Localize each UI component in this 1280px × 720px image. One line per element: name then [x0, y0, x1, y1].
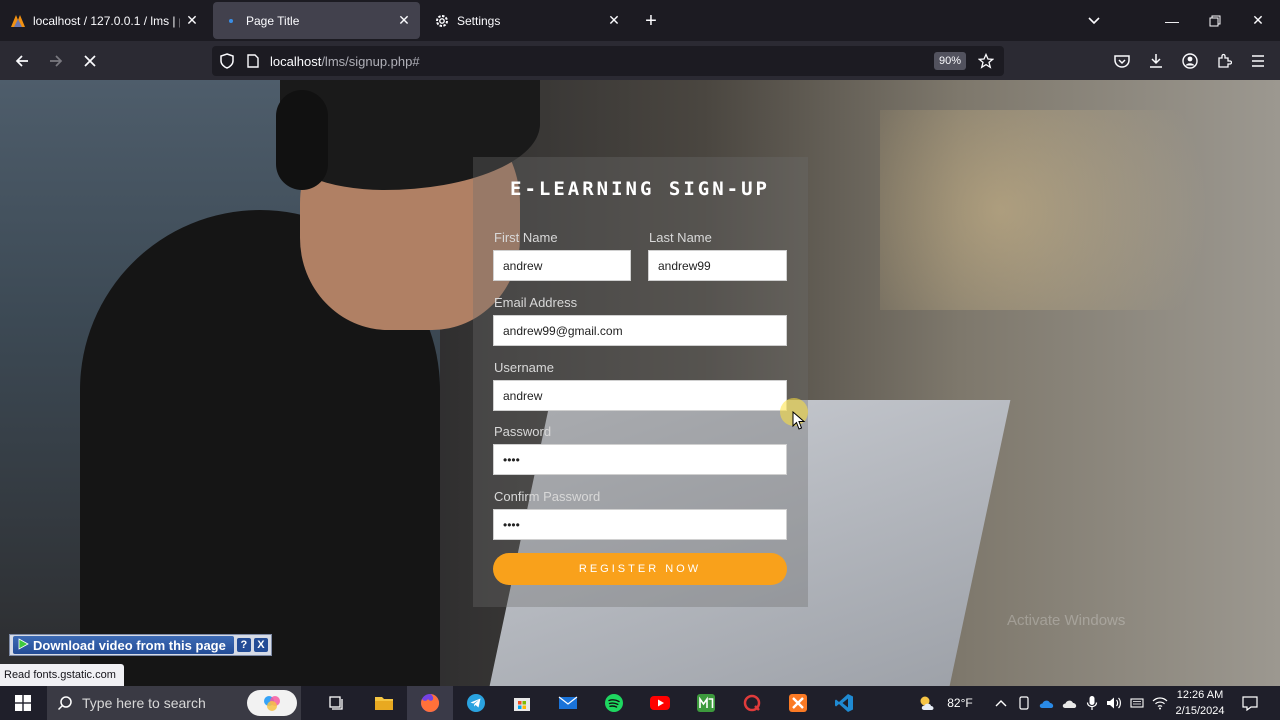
back-arrow-icon[interactable] [8, 47, 36, 75]
play-icon [17, 637, 29, 653]
pocket-icon[interactable] [1108, 47, 1136, 75]
gear-icon [434, 13, 450, 29]
language-icon[interactable] [1126, 686, 1148, 720]
last-name-input[interactable]: andrew99 [648, 250, 787, 281]
chevron-up-icon[interactable] [991, 686, 1011, 720]
windows-start-icon[interactable] [0, 686, 46, 720]
activate-windows-watermark: Activate Windows [1007, 612, 1126, 629]
username-label: Username [494, 360, 554, 375]
url-text: localhost/lms/signup.php# [270, 54, 420, 69]
navigation-bar: localhost/lms/signup.php# 90% [0, 41, 1280, 80]
weather-icon[interactable] [912, 686, 944, 720]
vscode-icon[interactable] [821, 686, 867, 720]
clock-date: 2/15/2024 [1175, 705, 1225, 717]
download-video-toolbar: Download video from this page ? X [9, 634, 272, 656]
password-input[interactable]: •••• [493, 444, 787, 475]
email-input[interactable]: andrew99@gmail.com [493, 315, 787, 346]
windows-taskbar: Type here to search 82°F 12:26 AM 2/15/2… [0, 686, 1280, 720]
page-info-icon[interactable] [239, 47, 267, 75]
tab-phpmyadmin[interactable]: localhost / 127.0.0.1 / lms | php ✕ [0, 2, 208, 39]
microsoft-store-icon[interactable] [499, 686, 545, 720]
close-tab-icon[interactable]: ✕ [180, 9, 204, 33]
telegram-icon[interactable] [453, 686, 499, 720]
youtube-icon[interactable] [637, 686, 683, 720]
taskbar-clock[interactable]: 12:26 AM 2/15/2024 [1170, 686, 1230, 720]
file-explorer-icon[interactable] [361, 686, 407, 720]
tab-settings[interactable]: Settings ✕ [424, 2, 630, 39]
wifi-icon[interactable] [1149, 686, 1171, 720]
star-icon[interactable] [972, 47, 1000, 75]
microphone-icon[interactable] [1082, 686, 1102, 720]
email-label: Email Address [494, 295, 578, 310]
firefox-icon[interactable] [407, 686, 453, 720]
last-name-label: Last Name [649, 230, 712, 245]
address-bar[interactable]: localhost/lms/signup.php# 90% [212, 46, 1004, 76]
mobaxterm-icon[interactable] [683, 686, 729, 720]
close-window-icon[interactable]: ✕ [1236, 0, 1280, 41]
onedrive-blue-icon[interactable] [1036, 686, 1058, 720]
tab-strip: localhost / 127.0.0.1 / lms | php ✕ Page… [0, 0, 1280, 41]
form-title: E-LEARNING SIGN-UP [510, 178, 770, 200]
phone-link-icon[interactable] [1014, 686, 1034, 720]
quickq-icon[interactable] [729, 686, 775, 720]
zoom-level[interactable]: 90% [934, 52, 967, 70]
minimize-icon[interactable]: — [1150, 0, 1194, 41]
confirm-password-label: Confirm Password [494, 489, 601, 504]
mail-icon[interactable] [545, 686, 591, 720]
tab-label: Page Title [246, 13, 300, 28]
register-now-button[interactable]: REGISTER NOW [493, 553, 787, 585]
onedrive-icon[interactable] [1059, 686, 1081, 720]
volume-icon[interactable] [1103, 686, 1125, 720]
chevron-down-icon[interactable] [1082, 8, 1106, 32]
close-tab-icon[interactable]: ✕ [392, 9, 416, 33]
tab-page-title[interactable]: Page Title ✕ [213, 2, 420, 39]
download-video-label: Download video from this page [33, 637, 226, 653]
search-icon [57, 696, 72, 711]
close-tab-icon[interactable]: ✕ [602, 9, 626, 33]
password-label: Password [494, 424, 552, 439]
forward-arrow-icon[interactable] [42, 47, 70, 75]
clock-time: 12:26 AM [1176, 689, 1224, 701]
tab-label: Settings [457, 13, 501, 28]
weather-temperature[interactable]: 82°F [944, 686, 976, 720]
download-video-button[interactable]: Download video from this page [13, 636, 234, 654]
help-icon[interactable]: ? [236, 638, 251, 652]
new-tab-icon[interactable]: + [639, 9, 663, 33]
page-dot-icon [223, 13, 239, 29]
username-input[interactable]: andrew [493, 380, 787, 411]
close-icon[interactable]: X [253, 638, 268, 652]
spotify-icon[interactable] [591, 686, 637, 720]
phpmyadmin-icon [10, 13, 26, 29]
account-icon[interactable] [1176, 47, 1204, 75]
background-lights [880, 110, 1280, 310]
page-viewport: E-LEARNING SIGN-UP First Name andrew Las… [0, 80, 1280, 686]
menu-icon[interactable] [1244, 47, 1272, 75]
taskbar-search-box[interactable]: Type here to search [47, 686, 301, 720]
first-name-input[interactable]: andrew [493, 250, 631, 281]
xampp-icon[interactable] [775, 686, 821, 720]
notification-icon[interactable] [1236, 686, 1264, 720]
confirm-password-input[interactable]: •••• [493, 509, 787, 540]
search-placeholder: Type here to search [82, 695, 206, 711]
task-view-icon[interactable] [314, 686, 360, 720]
download-icon[interactable] [1142, 47, 1170, 75]
mouse-pointer-icon [792, 411, 806, 430]
first-name-label: First Name [494, 230, 558, 245]
copilot-icon[interactable] [247, 690, 297, 716]
tab-label: localhost / 127.0.0.1 / lms | php [33, 13, 180, 28]
stop-loading-icon[interactable] [76, 47, 104, 75]
extensions-icon[interactable] [1210, 47, 1238, 75]
headphones [276, 90, 328, 190]
shield-icon[interactable] [213, 47, 241, 75]
restore-icon[interactable] [1193, 0, 1237, 41]
status-bar: Read fonts.gstatic.com [0, 664, 124, 686]
